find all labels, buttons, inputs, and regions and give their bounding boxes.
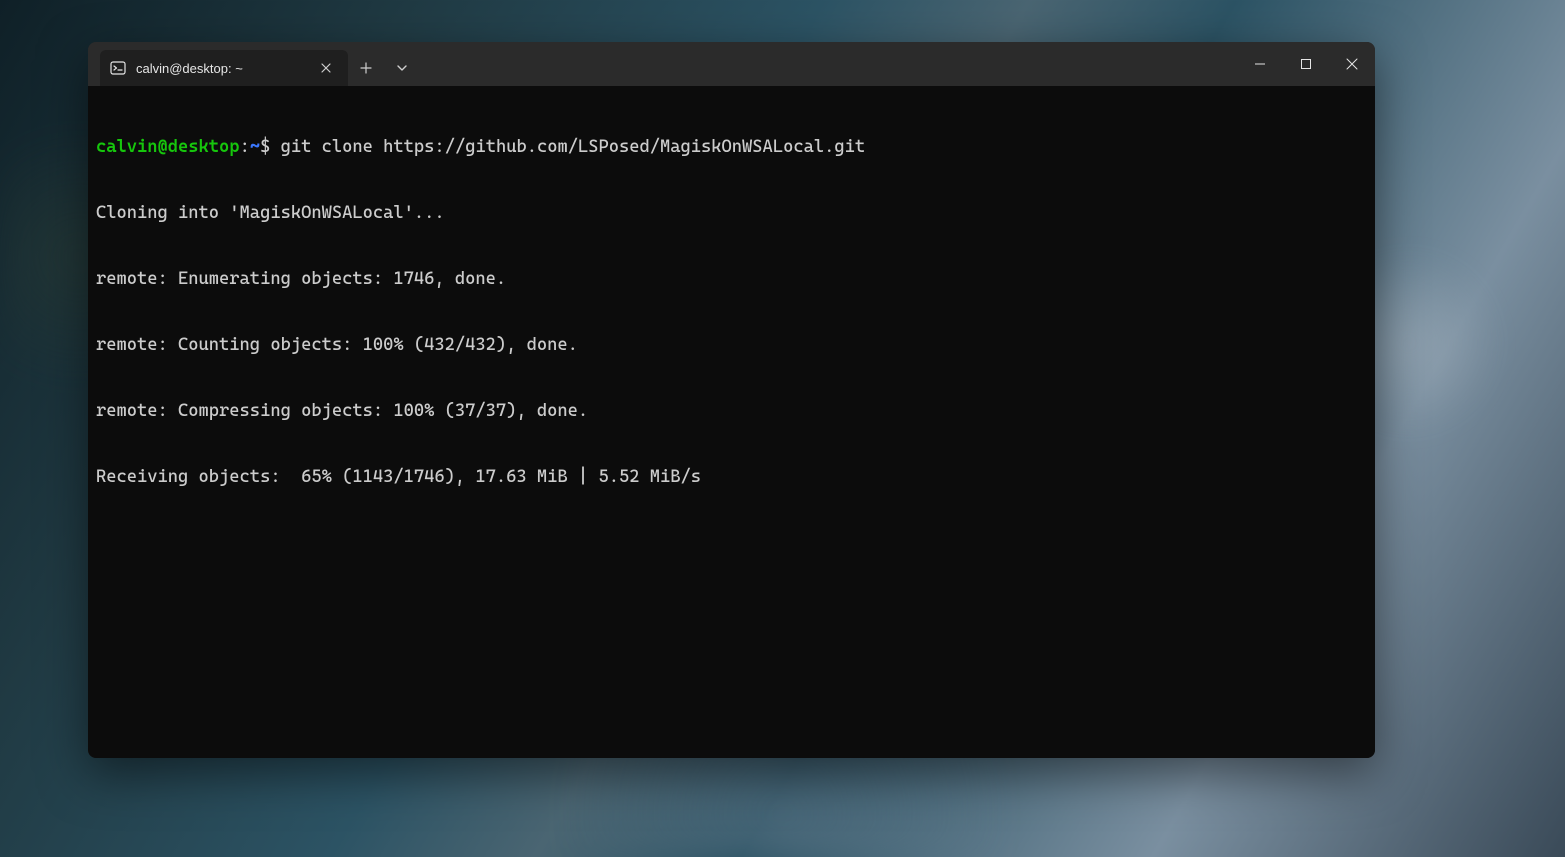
- new-tab-button[interactable]: [348, 50, 384, 86]
- tab-active[interactable]: calvin@desktop: ~: [100, 50, 348, 86]
- output-line: remote: Enumerating objects: 1746, done.: [96, 268, 1367, 290]
- titlebar-drag-region[interactable]: [420, 42, 1237, 86]
- terminal-window: calvin@desktop: ~: [88, 42, 1375, 758]
- output-line: Receiving objects: 65% (1143/1746), 17.6…: [96, 466, 1367, 488]
- prompt-path: ~: [250, 137, 260, 157]
- prompt-user-host: calvin@desktop: [96, 137, 240, 157]
- output-line: remote: Counting objects: 100% (432/432)…: [96, 334, 1367, 356]
- output-line: remote: Compressing objects: 100% (37/37…: [96, 400, 1367, 422]
- titlebar[interactable]: calvin@desktop: ~: [88, 42, 1375, 86]
- window-controls: [1237, 42, 1375, 86]
- terminal-icon: [110, 60, 126, 76]
- terminal-viewport[interactable]: calvin@desktop:~$ git clone https://gith…: [88, 86, 1375, 758]
- tab-strip: calvin@desktop: ~: [88, 42, 420, 86]
- tab-close-button[interactable]: [314, 56, 338, 80]
- tab-dropdown-button[interactable]: [384, 50, 420, 86]
- prompt-line: calvin@desktop:~$ git clone https://gith…: [96, 136, 1367, 158]
- command-text: git clone https://github.com/LSPosed/Mag…: [281, 137, 865, 157]
- minimize-button[interactable]: [1237, 42, 1283, 86]
- prompt-colon: :: [240, 137, 250, 157]
- tab-title: calvin@desktop: ~: [136, 61, 304, 76]
- maximize-button[interactable]: [1283, 42, 1329, 86]
- output-line: Cloning into 'MagiskOnWSALocal'...: [96, 202, 1367, 224]
- prompt-symbol: $: [260, 137, 270, 157]
- close-button[interactable]: [1329, 42, 1375, 86]
